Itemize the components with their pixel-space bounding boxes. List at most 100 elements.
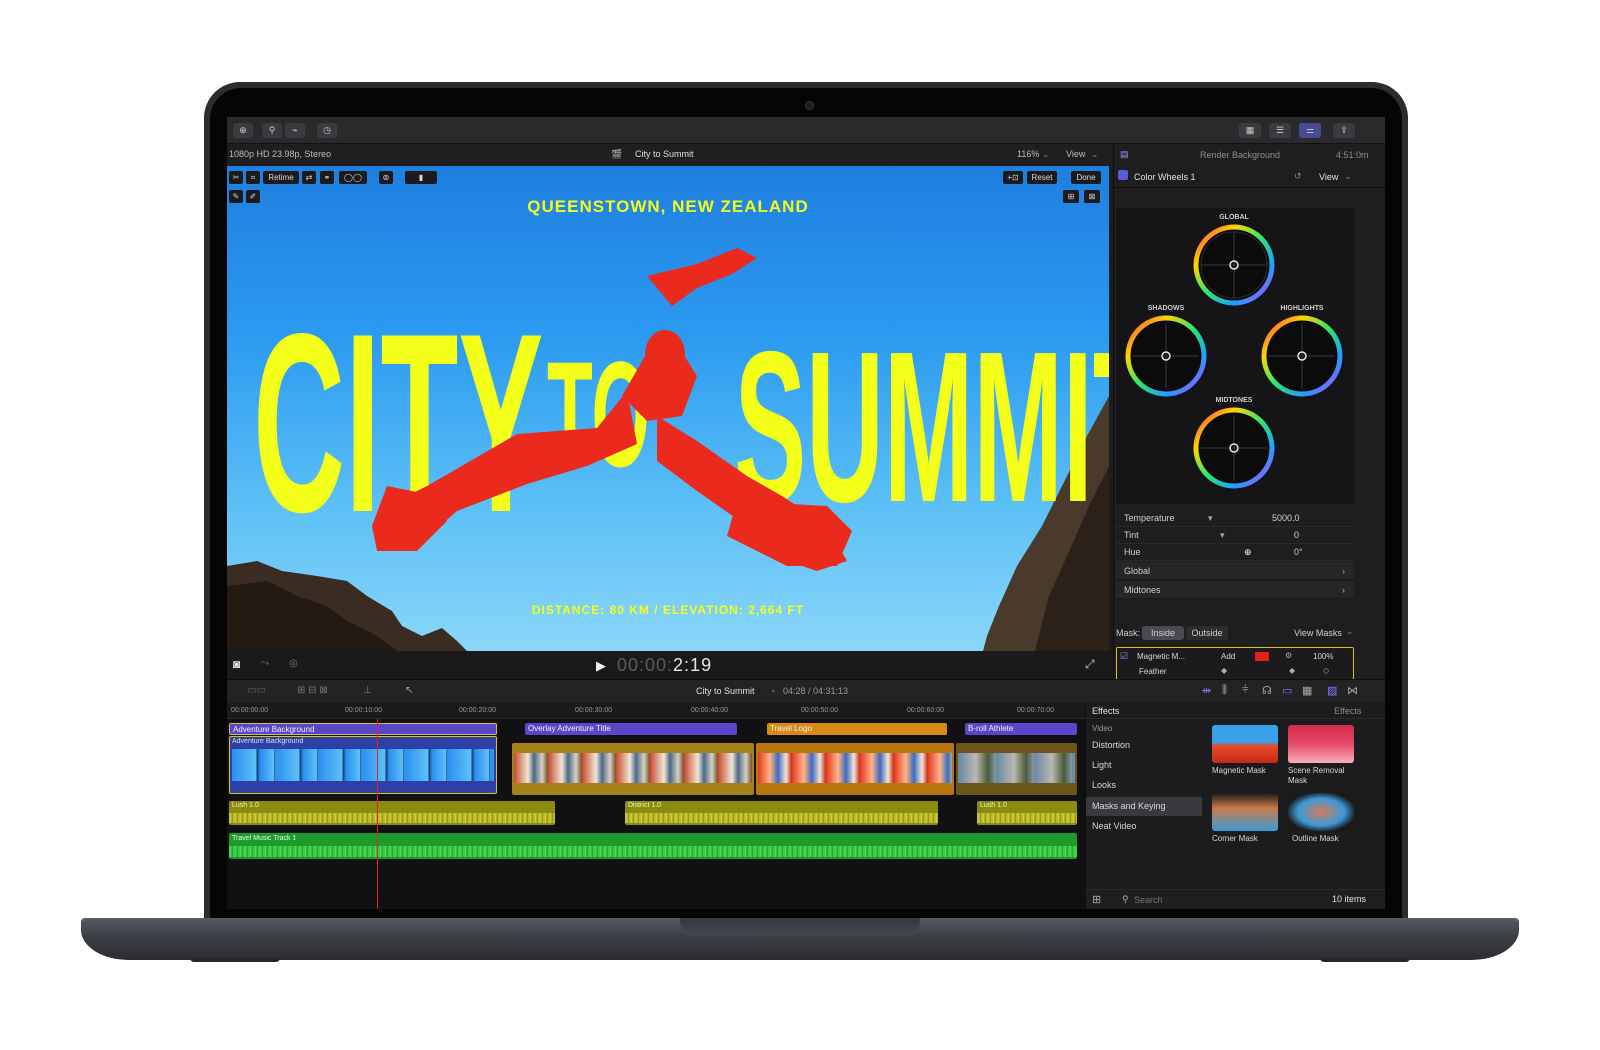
param-value[interactable]: 0° [1294,547,1303,557]
headphones-icon[interactable]: ☊ [1262,684,1272,697]
tools-icon[interactable]: ⤳ [261,658,269,669]
mask-inside-button[interactable]: Inside [1142,626,1184,640]
record-voiceover-icon[interactable]: ◙ [233,657,240,671]
inspector-toggle-icon[interactable]: ⚌ [1299,123,1321,138]
retime-button[interactable]: Retime [263,171,299,184]
playhead[interactable] [377,719,378,909]
clip-broll-video[interactable] [956,743,1077,795]
play-icon[interactable]: ▶ [596,658,606,674]
param-value[interactable]: 5000.0 [1272,513,1300,523]
transitions-browser-icon[interactable]: ⋈ [1347,684,1358,697]
fx-category-distortion[interactable]: Distortion [1086,736,1202,755]
mask-tool-icon[interactable]: ✂ [229,171,243,184]
fullscreen-icon[interactable]: ⤢ [1085,657,1095,672]
slider-handle-icon[interactable]: ▾ [1220,530,1225,541]
clock-icon[interactable]: ◷ [317,123,337,138]
share-icon[interactable]: ⇪ [1333,123,1355,138]
index-icon[interactable]: ▭▭ [247,685,266,696]
blade-icon[interactable]: ⊥ [363,685,372,696]
param-tint[interactable]: Tint ▾ 0 [1116,527,1354,544]
add-point-icon[interactable]: +⊡ [1003,171,1023,184]
audio-skimming-icon[interactable]: ⇹ [1202,684,1211,697]
timeline-project-name[interactable]: City to Summit [696,686,755,696]
fx-thumb-outline-mask[interactable] [1288,793,1354,831]
clip-overlay-video[interactable] [512,743,754,795]
brush-tool-icon[interactable]: ✐ [246,190,260,203]
fx-category-light[interactable]: Light [1086,756,1202,775]
audio-meter-icon[interactable]: ◎ [289,658,298,669]
shape-tool-icon[interactable]: ⌗ [246,171,260,184]
fx-thumb-magnetic-mask[interactable] [1212,725,1278,763]
speed-icon[interactable]: ⇄ [302,171,316,184]
done-button[interactable]: Done [1071,171,1101,184]
grid-view-icon[interactable]: ⊞ [1092,893,1101,906]
param-hue[interactable]: Hue ⊕ 0° [1116,544,1354,561]
global-wheel[interactable] [1193,224,1275,306]
fx-category-looks[interactable]: Looks [1086,776,1202,795]
clip-adventure-background[interactable]: Adventure Background [229,723,497,735]
zoom-dropdown[interactable]: 116% [1017,149,1039,159]
effects-search-input[interactable] [1134,893,1224,906]
snapping-icon[interactable]: ⫼ [1222,684,1227,697]
shadows-wheel[interactable] [1125,315,1207,397]
param-value[interactable]: 0 [1294,530,1299,540]
clip-lush-audio[interactable]: Lush 1.0 [229,801,555,825]
clip-overlay-title[interactable]: Overlay Adventure Title [525,723,737,735]
midtones-wheel[interactable] [1193,407,1275,489]
section-global[interactable]: Global › [1116,562,1354,580]
effects-browser-icon[interactable]: ▨ [1327,684,1337,697]
keyword-icon[interactable]: ⚲ [262,123,282,138]
clip-lush-audio-2[interactable]: Lush 1.0 [977,801,1077,825]
background-tasks-icon[interactable]: ⌁ [285,123,305,138]
solo-icon[interactable]: ⫩ [1242,684,1248,697]
viewer[interactable]: CITY TO SUMMIT QUEENSTOWN, NEW ZEALAND D… [227,166,1109,651]
view-masks-dropdown[interactable]: View Masks [1294,628,1342,638]
timeline[interactable]: 00:00:00:00 00:00:10:00 00:00:20:00 00:0… [227,703,1085,909]
timeline-toggle-icon[interactable]: ☰ [1269,123,1291,138]
transform-icon[interactable]: ⊞ [1063,190,1079,203]
import-icon[interactable]: ⊕ [233,123,253,138]
magnetic-mask-row[interactable]: ☑ Magnetic M... Add ⚙ 100% Feather ◆ ◆ ◇ [1116,647,1354,680]
feather-keyframe-icon[interactable]: ◆ [1289,666,1295,675]
circle-tools-icon[interactable]: ◯◯ [339,171,367,184]
fx-category-masks-keying[interactable]: Masks and Keying [1086,797,1202,816]
section-midtones[interactable]: Midtones › [1116,581,1354,599]
mask-outside-button[interactable]: Outside [1186,626,1228,640]
clip-district-audio[interactable]: District 1.0 [625,801,938,825]
effect-name[interactable]: Color Wheels 1 [1134,172,1196,182]
clip-adventure-video[interactable]: Adventure Background [229,736,497,794]
record-icon[interactable]: ⊚ [379,171,393,184]
mask-settings-icon[interactable]: ⚙ [1285,651,1292,660]
viewer-view-dropdown[interactable]: View [1066,149,1085,159]
color-swatch-icon[interactable]: ▮ [405,171,437,184]
fx-thumb-scene-removal-mask[interactable] [1288,725,1354,763]
clip-music-track[interactable]: Travel Music Track 1 [229,833,1077,859]
mask-color-swatch[interactable] [1255,652,1269,661]
slider-handle-icon[interactable]: ▾ [1208,513,1213,524]
clip-logo-video[interactable] [756,743,954,795]
param-temperature[interactable]: Temperature ▾ 5000.0 [1116,510,1354,527]
link-icon[interactable]: ⚭ [320,171,334,184]
select-tool-icon[interactable]: ↖ [405,685,413,696]
clip-broll-athlete[interactable]: B-roll Athlete [965,723,1077,735]
feather-handle-icon[interactable]: ◆ [1221,666,1227,675]
fx-thumb-corner-mask[interactable] [1212,793,1278,831]
timeline-ruler[interactable]: 00:00:00:00 00:00:10:00 00:00:20:00 00:0… [227,703,1085,719]
reset-effect-icon[interactable]: ↺ [1294,171,1302,182]
grid-view-icon[interactable]: ▦ [1302,684,1312,697]
feather-add-icon[interactable]: ◇ [1323,666,1329,675]
checkbox-icon[interactable]: ☑ [1120,651,1128,662]
edit-mode-icons[interactable]: ⊞ ⊟ ⊠ [297,685,328,696]
mask-add-button[interactable]: Add [1221,652,1235,661]
fx-category-neat-video[interactable]: Neat Video [1086,817,1202,836]
pen-tool-icon[interactable]: ✎ [229,190,243,203]
mask-opacity[interactable]: 100% [1313,652,1333,661]
inspector-view-dropdown[interactable]: View [1319,172,1338,182]
reset-button[interactable]: Reset [1027,171,1057,184]
clip-travel-logo[interactable]: Travel Logo [767,723,947,735]
highlights-wheel[interactable] [1261,315,1343,397]
browser-toggle-icon[interactable]: ▦ [1239,123,1261,138]
clip-appearance-icon[interactable]: ▭ [1282,684,1292,697]
hue-dial-icon[interactable]: ⊕ [1244,547,1252,558]
crop-icon[interactable]: ⊠ [1084,190,1100,203]
